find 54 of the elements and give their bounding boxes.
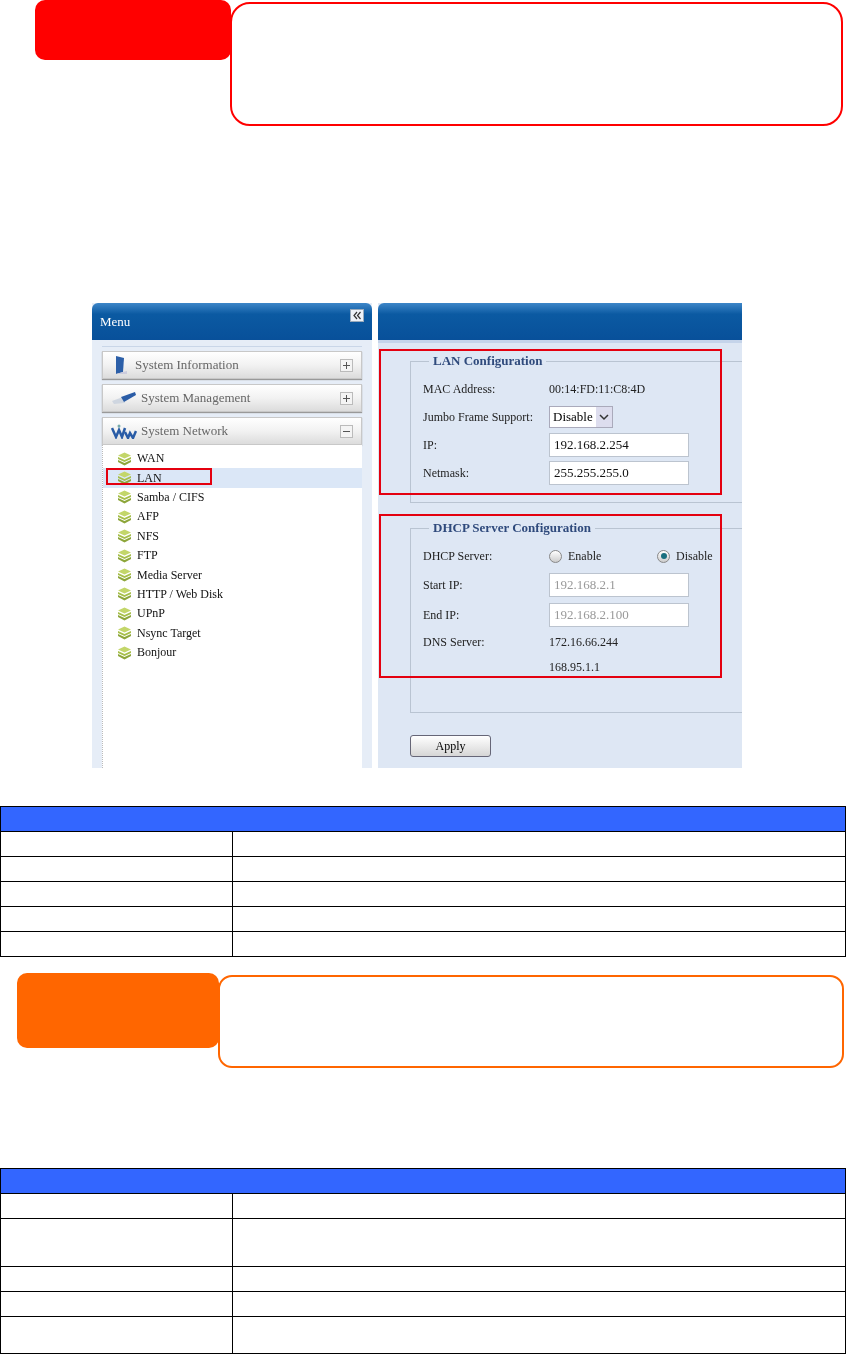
radio-option[interactable]: Enable	[549, 548, 657, 564]
menu-title: Menu	[100, 313, 131, 330]
input-field[interactable]: 192.168.2.254	[549, 433, 689, 457]
radio-option[interactable]: Disable	[657, 548, 742, 564]
collapse-icon[interactable]	[350, 309, 364, 322]
stack-icon	[117, 645, 132, 660]
tree-item[interactable]: Samba / CIFS	[103, 487, 362, 508]
tree-item[interactable]: Bonjour	[103, 642, 362, 663]
tree-item[interactable]: Media Server	[103, 565, 362, 585]
apply-button[interactable]: Apply	[410, 735, 491, 757]
group-legend: LAN Configuration	[429, 353, 547, 369]
field-label: End IP:	[423, 607, 461, 623]
caret-icon[interactable]	[595, 407, 612, 427]
stack-icon	[117, 490, 132, 505]
tree-item[interactable]: HTTP / Web Disk	[103, 584, 362, 605]
field-label: DHCP Server:	[423, 548, 494, 564]
stack-icon	[117, 626, 132, 641]
field-label: DNS Server:	[423, 635, 486, 650]
tree-item[interactable]: UPnP	[103, 604, 362, 624]
tree-item[interactable]: NFS	[103, 526, 362, 546]
accordion-header[interactable]: System Information	[102, 351, 362, 379]
tree-item[interactable]: Nsync Target	[103, 623, 362, 643]
field-value: 172.16.66.244	[549, 635, 618, 650]
stack-icon	[117, 451, 132, 466]
stack-icon	[117, 471, 132, 486]
radio-icon[interactable]	[549, 549, 562, 563]
stack-icon	[117, 606, 132, 621]
field-label: Start IP:	[423, 577, 464, 593]
dropdown[interactable]: Disable	[549, 406, 613, 428]
tree-item[interactable]: LAN	[103, 468, 362, 488]
field-label: MAC Address:	[423, 381, 497, 397]
field-label: Netmask:	[423, 465, 470, 481]
expand-toggle-icon[interactable]	[340, 358, 353, 372]
stack-icon	[117, 568, 132, 583]
expand-toggle-icon[interactable]	[340, 424, 353, 438]
tree-item[interactable]: FTP	[103, 545, 362, 566]
tool-icon	[111, 391, 137, 405]
field-value: 168.95.1.1	[549, 660, 600, 675]
stack-icon	[117, 529, 132, 544]
field-label: Jumbo Frame Support:	[423, 409, 534, 425]
radio-icon[interactable]	[657, 549, 670, 563]
group-legend: DHCP Server Configuration	[429, 520, 595, 536]
tree-item[interactable]: WAN	[103, 449, 362, 469]
input-field[interactable]: 255.255.255.0	[549, 461, 689, 485]
accordion-header[interactable]: System Management	[102, 384, 362, 412]
field-value: 00:14:FD:11:C8:4D	[549, 381, 646, 397]
accordion-header[interactable]: System Network	[102, 417, 362, 445]
expand-toggle-icon[interactable]	[340, 391, 353, 405]
stack-icon	[117, 587, 132, 602]
stack-icon	[117, 509, 132, 524]
stack-icon	[117, 548, 132, 563]
network-icon	[111, 423, 137, 439]
tree-item[interactable]: AFP	[103, 507, 362, 527]
field-label: IP:	[423, 437, 438, 453]
